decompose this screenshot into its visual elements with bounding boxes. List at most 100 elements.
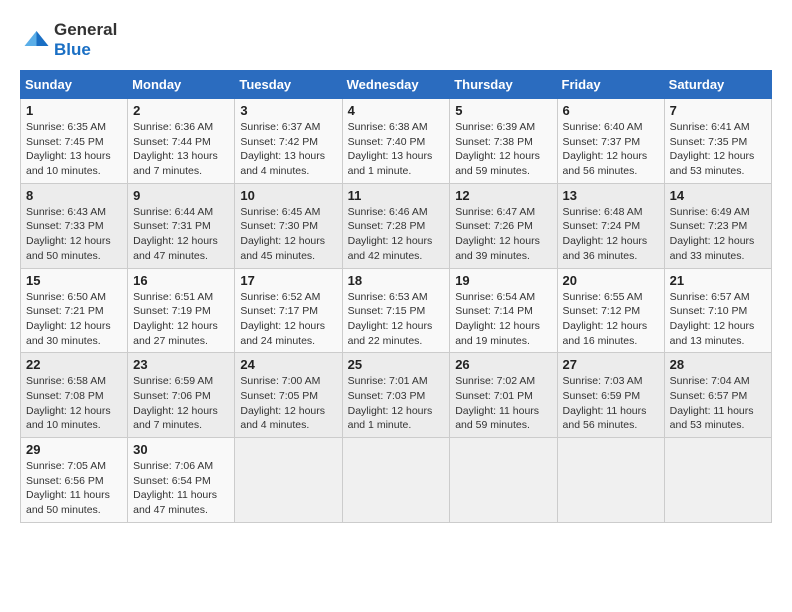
day-number: 3: [240, 103, 336, 118]
day-number: 2: [133, 103, 229, 118]
calendar-cell: 13 Sunrise: 6:48 AM Sunset: 7:24 PM Dayli…: [557, 183, 664, 268]
day-number: 5: [455, 103, 551, 118]
calendar-cell: 1Sunrise: 6:35 AM Sunset: 7:45 PM Daylig…: [21, 99, 128, 184]
calendar-cell: 6 Sunrise: 6:40 AM Sunset: 7:37 PM Daylig…: [557, 99, 664, 184]
day-number: 4: [348, 103, 445, 118]
day-info: Sunrise: 6:45 AM Sunset: 7:30 PM Dayligh…: [240, 205, 336, 264]
day-number: 16: [133, 273, 229, 288]
day-number: 13: [563, 188, 659, 203]
calendar-cell: 4 Sunrise: 6:38 AM Sunset: 7:40 PM Daylig…: [342, 99, 450, 184]
day-number: 17: [240, 273, 336, 288]
day-number: 21: [670, 273, 766, 288]
day-number: 8: [26, 188, 122, 203]
page-header: General Blue: [20, 20, 772, 60]
logo-icon: [20, 25, 50, 55]
day-number: 29: [26, 442, 122, 457]
calendar-cell: 25 Sunrise: 7:01 AM Sunset: 7:03 PM Dayli…: [342, 353, 450, 438]
calendar-cell: 15 Sunrise: 6:50 AM Sunset: 7:21 PM Dayli…: [21, 268, 128, 353]
calendar-cell: 27 Sunrise: 7:03 AM Sunset: 6:59 PM Dayli…: [557, 353, 664, 438]
calendar-week-5: 29 Sunrise: 7:05 AM Sunset: 6:56 PM Dayli…: [21, 438, 772, 523]
day-number: 30: [133, 442, 229, 457]
calendar-cell: 12 Sunrise: 6:47 AM Sunset: 7:26 PM Dayli…: [450, 183, 557, 268]
day-info: Sunrise: 6:55 AM Sunset: 7:12 PM Dayligh…: [563, 290, 659, 349]
logo: General Blue: [20, 20, 117, 60]
calendar-cell: 3 Sunrise: 6:37 AM Sunset: 7:42 PM Daylig…: [235, 99, 342, 184]
day-info: Sunrise: 7:06 AM Sunset: 6:54 PM Dayligh…: [133, 459, 229, 518]
day-info: Sunrise: 6:50 AM Sunset: 7:21 PM Dayligh…: [26, 290, 122, 349]
day-number: 24: [240, 357, 336, 372]
day-info: Sunrise: 6:46 AM Sunset: 7:28 PM Dayligh…: [348, 205, 445, 264]
calendar-cell: 22 Sunrise: 6:58 AM Sunset: 7:08 PM Dayli…: [21, 353, 128, 438]
day-info: Sunrise: 6:38 AM Sunset: 7:40 PM Dayligh…: [348, 120, 445, 179]
day-number: 11: [348, 188, 445, 203]
calendar-cell: 5 Sunrise: 6:39 AM Sunset: 7:38 PM Daylig…: [450, 99, 557, 184]
logo-text: General Blue: [54, 20, 117, 60]
day-info: Sunrise: 7:05 AM Sunset: 6:56 PM Dayligh…: [26, 459, 122, 518]
day-number: 10: [240, 188, 336, 203]
calendar-cell: 30 Sunrise: 7:06 AM Sunset: 6:54 PM Dayli…: [128, 438, 235, 523]
day-info: Sunrise: 7:02 AM Sunset: 7:01 PM Dayligh…: [455, 374, 551, 433]
day-number: 20: [563, 273, 659, 288]
day-info: Sunrise: 7:04 AM Sunset: 6:57 PM Dayligh…: [670, 374, 766, 433]
day-number: 7: [670, 103, 766, 118]
calendar-cell: 23Sunrise: 6:59 AM Sunset: 7:06 PM Dayli…: [128, 353, 235, 438]
day-info: Sunrise: 6:48 AM Sunset: 7:24 PM Dayligh…: [563, 205, 659, 264]
calendar-week-4: 22 Sunrise: 6:58 AM Sunset: 7:08 PM Dayli…: [21, 353, 772, 438]
calendar-cell: 29 Sunrise: 7:05 AM Sunset: 6:56 PM Dayli…: [21, 438, 128, 523]
day-info: Sunrise: 6:58 AM Sunset: 7:08 PM Dayligh…: [26, 374, 122, 433]
calendar-cell: 24 Sunrise: 7:00 AM Sunset: 7:05 PM Dayli…: [235, 353, 342, 438]
day-info: Sunrise: 6:37 AM Sunset: 7:42 PM Dayligh…: [240, 120, 336, 179]
calendar-week-1: 1Sunrise: 6:35 AM Sunset: 7:45 PM Daylig…: [21, 99, 772, 184]
weekday-header-thursday: Thursday: [450, 71, 557, 99]
calendar-cell: 18Sunrise: 6:53 AM Sunset: 7:15 PM Dayli…: [342, 268, 450, 353]
calendar-cell: 14Sunrise: 6:49 AM Sunset: 7:23 PM Dayli…: [664, 183, 771, 268]
weekday-header-sunday: Sunday: [21, 71, 128, 99]
calendar-cell: 20 Sunrise: 6:55 AM Sunset: 7:12 PM Dayli…: [557, 268, 664, 353]
calendar-week-2: 8 Sunrise: 6:43 AM Sunset: 7:33 PM Daylig…: [21, 183, 772, 268]
day-number: 14: [670, 188, 766, 203]
weekday-header-saturday: Saturday: [664, 71, 771, 99]
calendar-cell: [664, 438, 771, 523]
calendar-cell: 26 Sunrise: 7:02 AM Sunset: 7:01 PM Dayli…: [450, 353, 557, 438]
day-number: 6: [563, 103, 659, 118]
day-info: Sunrise: 6:59 AM Sunset: 7:06 PM Dayligh…: [133, 374, 229, 433]
calendar-cell: [450, 438, 557, 523]
calendar-cell: 17 Sunrise: 6:52 AM Sunset: 7:17 PM Dayli…: [235, 268, 342, 353]
day-number: 22: [26, 357, 122, 372]
calendar-cell: 9Sunrise: 6:44 AM Sunset: 7:31 PM Daylig…: [128, 183, 235, 268]
day-info: Sunrise: 6:53 AM Sunset: 7:15 PM Dayligh…: [348, 290, 445, 349]
day-number: 28: [670, 357, 766, 372]
day-number: 25: [348, 357, 445, 372]
calendar-cell: 19Sunrise: 6:54 AM Sunset: 7:14 PM Dayli…: [450, 268, 557, 353]
day-info: Sunrise: 6:51 AM Sunset: 7:19 PM Dayligh…: [133, 290, 229, 349]
day-number: 27: [563, 357, 659, 372]
day-info: Sunrise: 6:57 AM Sunset: 7:10 PM Dayligh…: [670, 290, 766, 349]
day-number: 19: [455, 273, 551, 288]
weekday-header-friday: Friday: [557, 71, 664, 99]
weekday-header-monday: Monday: [128, 71, 235, 99]
day-info: Sunrise: 7:01 AM Sunset: 7:03 PM Dayligh…: [348, 374, 445, 433]
day-number: 26: [455, 357, 551, 372]
day-number: 1: [26, 103, 122, 118]
calendar-table: SundayMondayTuesdayWednesdayThursdayFrid…: [20, 70, 772, 523]
day-info: Sunrise: 6:47 AM Sunset: 7:26 PM Dayligh…: [455, 205, 551, 264]
calendar-cell: 28 Sunrise: 7:04 AM Sunset: 6:57 PM Dayli…: [664, 353, 771, 438]
day-number: 15: [26, 273, 122, 288]
calendar-cell: 10 Sunrise: 6:45 AM Sunset: 7:30 PM Dayli…: [235, 183, 342, 268]
weekday-header-tuesday: Tuesday: [235, 71, 342, 99]
calendar-cell: [557, 438, 664, 523]
weekday-header-wednesday: Wednesday: [342, 71, 450, 99]
calendar-cell: 2 Sunrise: 6:36 AM Sunset: 7:44 PM Daylig…: [128, 99, 235, 184]
day-number: 12: [455, 188, 551, 203]
day-info: Sunrise: 6:40 AM Sunset: 7:37 PM Dayligh…: [563, 120, 659, 179]
day-info: Sunrise: 6:52 AM Sunset: 7:17 PM Dayligh…: [240, 290, 336, 349]
day-info: Sunrise: 6:39 AM Sunset: 7:38 PM Dayligh…: [455, 120, 551, 179]
day-info: Sunrise: 7:03 AM Sunset: 6:59 PM Dayligh…: [563, 374, 659, 433]
day-info: Sunrise: 7:00 AM Sunset: 7:05 PM Dayligh…: [240, 374, 336, 433]
day-info: Sunrise: 6:41 AM Sunset: 7:35 PM Dayligh…: [670, 120, 766, 179]
calendar-cell: [342, 438, 450, 523]
day-info: Sunrise: 6:36 AM Sunset: 7:44 PM Dayligh…: [133, 120, 229, 179]
calendar-cell: 7 Sunrise: 6:41 AM Sunset: 7:35 PM Daylig…: [664, 99, 771, 184]
day-info: Sunrise: 6:43 AM Sunset: 7:33 PM Dayligh…: [26, 205, 122, 264]
calendar-cell: 21 Sunrise: 6:57 AM Sunset: 7:10 PM Dayli…: [664, 268, 771, 353]
